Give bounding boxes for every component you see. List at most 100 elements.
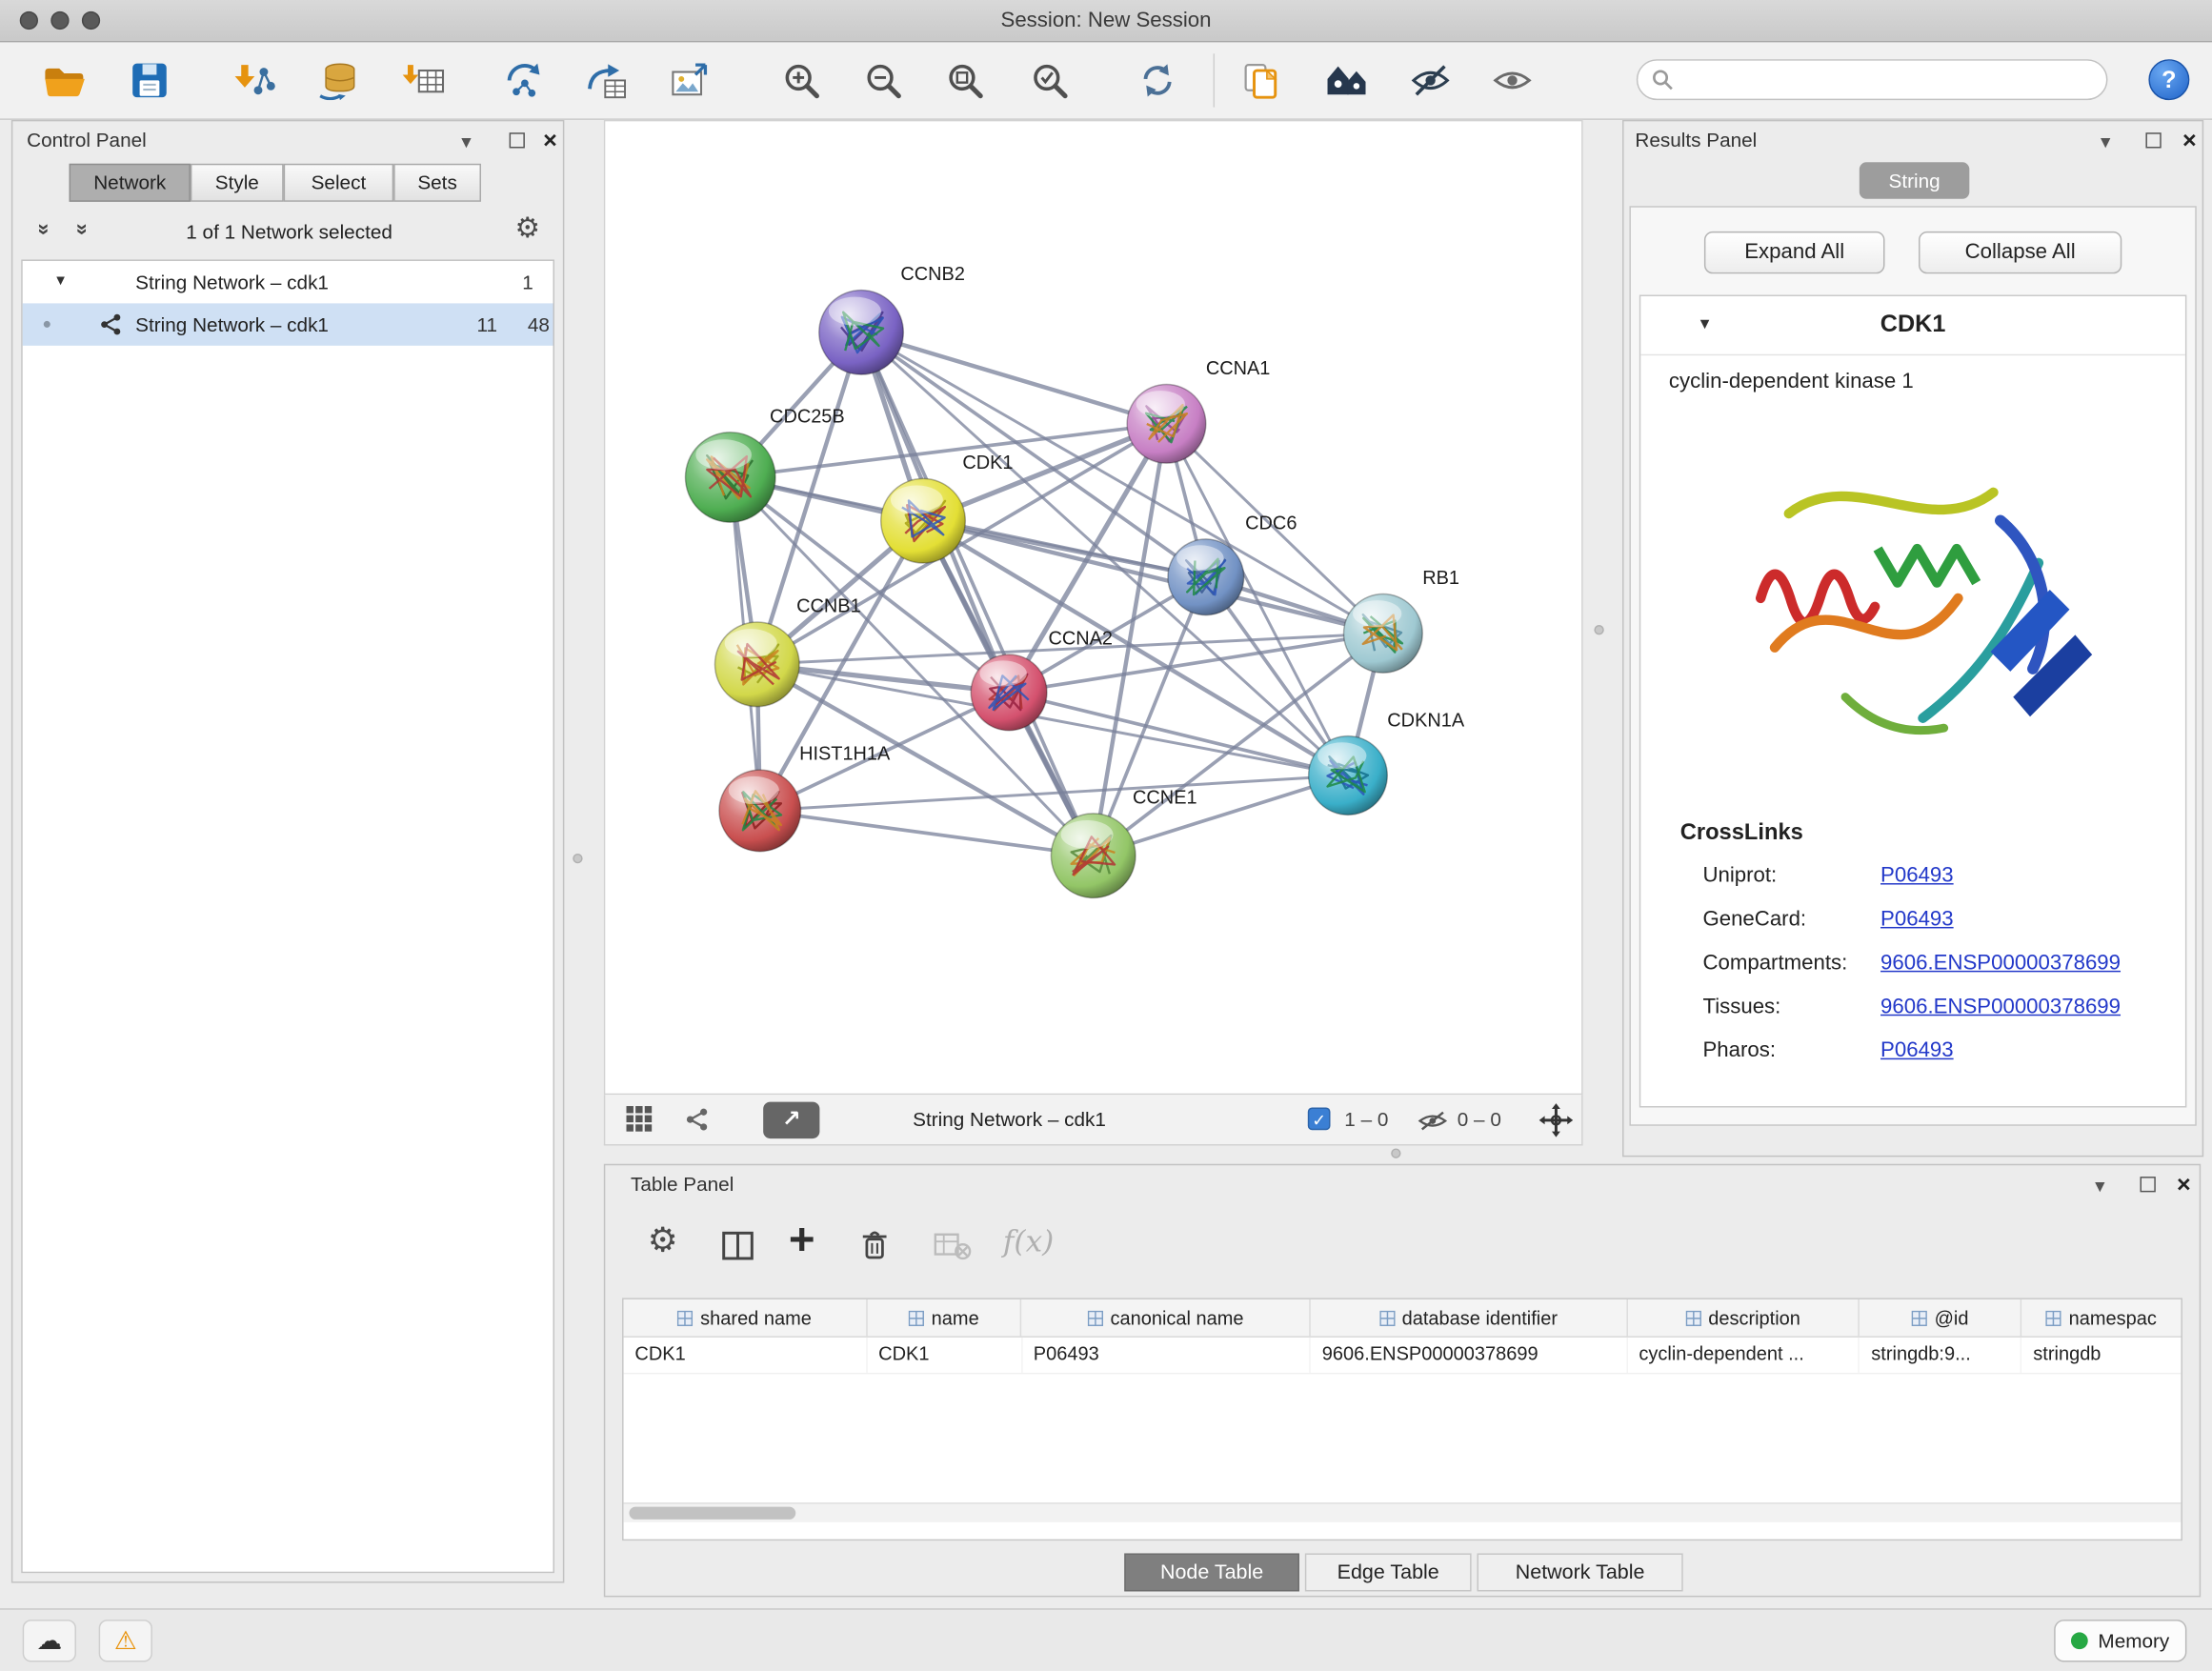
column-header-id[interactable]: @id	[1860, 1299, 2021, 1337]
pharos-link[interactable]: P06493	[1880, 1038, 1954, 1062]
create-column-icon[interactable]: +	[789, 1214, 815, 1266]
cell-shared-name[interactable]: CDK1	[624, 1338, 868, 1373]
refresh-view-button[interactable]	[1132, 55, 1182, 106]
zoom-selected-button[interactable]	[1024, 55, 1075, 106]
cell-namespace[interactable]: stringdb	[2021, 1338, 2181, 1373]
memory-button[interactable]: Memory	[2054, 1620, 2186, 1661]
float-panel-icon[interactable]	[510, 132, 525, 148]
cloud-icon: ☁	[37, 1626, 63, 1656]
help-button[interactable]: ?	[2148, 59, 2189, 100]
string-results-container: Expand All Collapse All ▼ CDK1 cyclin-de…	[1629, 206, 2196, 1126]
compartments-link[interactable]: 9606.ENSP00000378699	[1880, 951, 2121, 975]
cytoscape-window: Session: New Session	[0, 0, 2212, 1670]
save-session-button[interactable]	[124, 55, 174, 106]
import-table-file-button[interactable]	[398, 55, 449, 106]
annotations-button[interactable]	[1236, 55, 1286, 106]
uniprot-link[interactable]: P06493	[1880, 863, 1954, 887]
open-in-browser-button[interactable]: ↗	[763, 1102, 819, 1139]
cell-id[interactable]: stringdb:9...	[1860, 1338, 2021, 1373]
close-panel-icon[interactable]: ×	[543, 132, 557, 148]
tab-sets[interactable]: Sets	[393, 164, 481, 202]
table-options-gear-icon[interactable]: ⚙	[648, 1227, 678, 1256]
table-float-panel-icon[interactable]	[2141, 1177, 2156, 1192]
network-view-canvas[interactable]: CCNB2CCNA1CDC25BCDK1CDC6RB1CCNB1CCNA2CDK…	[604, 120, 1583, 1095]
cell-name[interactable]: CDK1	[867, 1338, 1022, 1373]
column-header-database-identifier[interactable]: database identifier	[1311, 1299, 1628, 1337]
birds-eye-view-icon[interactable]	[625, 1105, 654, 1134]
open-folder-icon	[42, 61, 87, 100]
network-view-title: String Network – cdk1	[913, 1095, 1106, 1144]
network-collection-row[interactable]: ▼ String Network – cdk1 1	[23, 261, 553, 303]
results-panel: Results Panel ▾ × String Expand All Coll…	[1622, 120, 2203, 1157]
svg-text:CDKN1A: CDKN1A	[1387, 710, 1465, 731]
column-header-canonical-name[interactable]: canonical name	[1022, 1299, 1311, 1337]
column-header-shared-name[interactable]: shared name	[624, 1299, 868, 1337]
selected-count: 1 – 0	[1344, 1108, 1388, 1131]
network-type-icon[interactable]	[684, 1108, 710, 1132]
table-panel-menu-icon[interactable]: ▾	[2095, 1174, 2104, 1198]
zoom-out-button[interactable]	[857, 55, 908, 106]
column-header-description[interactable]: description	[1628, 1299, 1860, 1337]
cell-database-identifier[interactable]: 9606.ENSP00000378699	[1311, 1338, 1628, 1373]
show-all-button[interactable]	[1487, 55, 1538, 106]
tab-string[interactable]: String	[1860, 162, 1970, 199]
import-table-icon	[401, 61, 446, 100]
documents-icon	[1238, 61, 1283, 100]
cell-description[interactable]: cyclin-dependent ...	[1628, 1338, 1860, 1373]
right-splitter-handle[interactable]	[1594, 625, 1603, 634]
tab-node-table[interactable]: Node Table	[1124, 1553, 1299, 1591]
zoom-fit-button[interactable]	[939, 55, 990, 106]
protein-structure-image	[1711, 414, 2120, 804]
export-network-image-button[interactable]	[663, 55, 714, 106]
cell-canonical-name[interactable]: P06493	[1022, 1338, 1311, 1373]
svg-text:CDK1: CDK1	[962, 453, 1013, 473]
cloud-sync-button[interactable]: ☁	[23, 1620, 76, 1661]
selected-indicator-checkbox[interactable]: ✓	[1308, 1108, 1331, 1131]
column-header-name[interactable]: name	[867, 1299, 1022, 1337]
table-row[interactable]: CDK1 CDK1 P06493 9606.ENSP00000378699 cy…	[624, 1338, 2182, 1375]
collapse-all-button[interactable]: Collapse All	[1919, 232, 2122, 273]
left-splitter-handle[interactable]	[573, 854, 582, 863]
collection-collapse-icon[interactable]: ▼	[53, 261, 68, 303]
import-network-file-button[interactable]	[229, 55, 279, 106]
network-row[interactable]: ● String Network – cdk1 11 48	[23, 303, 553, 345]
warnings-button[interactable]: ⚠	[99, 1620, 152, 1661]
import-network-database-button[interactable]	[313, 55, 364, 106]
results-close-panel-icon[interactable]: ×	[2182, 132, 2197, 148]
results-panel-menu-icon[interactable]: ▾	[2101, 130, 2110, 153]
expand-all-button[interactable]: Expand All	[1704, 232, 1885, 273]
table-from-network-button[interactable]	[581, 55, 632, 106]
table-close-panel-icon[interactable]: ×	[2177, 1177, 2191, 1192]
ndex-button[interactable]	[1320, 55, 1371, 106]
hide-selected-button[interactable]	[1405, 55, 1456, 106]
tissues-link[interactable]: 9606.ENSP00000378699	[1880, 995, 2121, 1018]
show-columns-icon[interactable]	[721, 1230, 755, 1261]
tab-network-table[interactable]: Network Table	[1478, 1553, 1683, 1591]
network-from-selection-button[interactable]	[499, 55, 550, 106]
delete-column-trash-icon[interactable]	[856, 1227, 894, 1264]
panel-menu-icon[interactable]: ▾	[461, 130, 471, 153]
column-type-icon	[1088, 1310, 1103, 1325]
search-icon	[1652, 70, 1673, 91]
zoom-in-button[interactable]	[775, 55, 826, 106]
table-horizontal-scrollbar[interactable]	[624, 1502, 2182, 1522]
center-view-crosshair-icon[interactable]	[1539, 1103, 1574, 1137]
column-header-namespace[interactable]: namespac	[2021, 1299, 2181, 1337]
network-node-count: 11	[477, 303, 498, 345]
column-type-icon	[1912, 1310, 1927, 1325]
scrollbar-thumb[interactable]	[629, 1507, 795, 1520]
tab-select[interactable]: Select	[284, 164, 394, 202]
results-float-panel-icon[interactable]	[2145, 132, 2161, 148]
network-options-gear-icon[interactable]: ⚙	[515, 214, 541, 243]
tab-style[interactable]: Style	[191, 164, 284, 202]
string-network-graph[interactable]: CCNB2CCNA1CDC25BCDK1CDC6RB1CCNB1CCNA2CDK…	[605, 121, 1581, 1093]
gene-description: cyclin-dependent kinase 1	[1669, 370, 1914, 393]
tab-network[interactable]: Network	[70, 164, 191, 202]
open-session-button[interactable]	[39, 55, 90, 106]
genecard-link[interactable]: P06493	[1880, 907, 1954, 931]
svg-text:HIST1H1A: HIST1H1A	[799, 744, 891, 765]
search-input[interactable]	[1681, 67, 2092, 92]
horizontal-splitter-handle[interactable]	[1391, 1148, 1400, 1158]
global-search-field[interactable]	[1637, 59, 2108, 100]
tab-edge-table[interactable]: Edge Table	[1305, 1553, 1472, 1591]
